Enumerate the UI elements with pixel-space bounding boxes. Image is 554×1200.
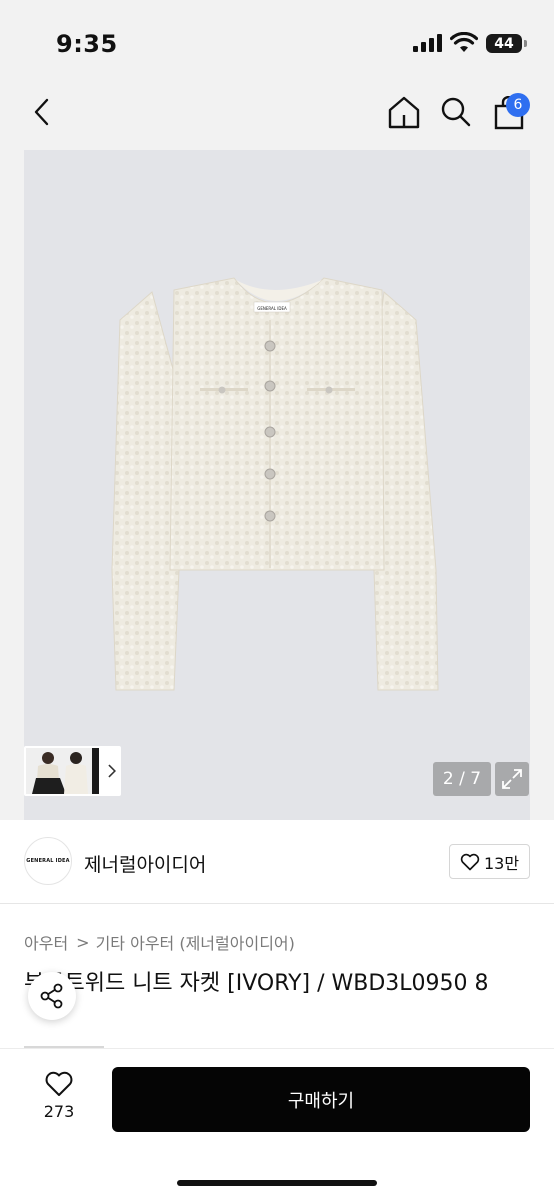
share-icon [40,983,63,1009]
heart-icon [45,1071,73,1096]
home-icon [388,96,420,129]
search-icon [441,97,471,127]
brand-name[interactable]: 제너럴아이디어 [84,850,206,877]
search-button[interactable] [436,92,476,132]
status-bar: 9:35 44 [0,0,554,70]
brand-like-button[interactable]: 13만 [449,844,530,879]
garment-label: GENERAL IDEA [257,306,287,311]
signal-icon [413,34,442,52]
share-button[interactable] [28,972,76,1020]
cardigan-illustration: GENERAL IDEA [111,277,439,691]
model-thumbnail-button[interactable] [24,746,121,796]
wishlist-count: 273 [43,1102,75,1121]
battery-level: 44 [494,35,514,52]
battery-tip [524,40,527,47]
chevron-left-icon [34,98,49,126]
back-button[interactable] [22,92,62,132]
heart-icon [460,853,480,870]
wifi-icon [450,32,478,52]
home-button[interactable] [384,92,424,132]
brand-logo: GENERAL IDEA [24,837,72,885]
expand-icon [502,769,522,789]
expand-button[interactable] [495,762,529,796]
brand-logo-text: GENERAL IDEA [26,858,70,864]
product-title: 부클트위드 니트 자켓 [IVORY] / WBD3L0950 8 [24,971,489,996]
status-time: 9:35 [56,30,118,58]
breadcrumb-subcategory[interactable]: 기타 아우터 (제너럴아이디어) [96,930,295,954]
model-thumbnail [26,748,100,794]
breadcrumb-category[interactable]: 아우터 [24,930,68,954]
battery-icon: 44 [486,34,522,53]
product-image[interactable]: GENERAL IDEA [24,150,530,820]
breadcrumb: 아우터 > 기타 아우터 (제너럴아이디어) [24,930,295,954]
chevron-right-icon [108,764,117,778]
cart-count-badge: 6 [506,93,530,117]
brand-like-count: 13만 [483,853,520,873]
home-indicator [177,1180,377,1186]
buy-button[interactable]: 구매하기 [112,1067,530,1132]
brand-row[interactable]: GENERAL IDEA 제너럴아이디어 13만 [0,820,554,904]
image-counter: 2 / 7 [433,762,491,796]
breadcrumb-separator: > [76,932,90,952]
wishlist-button[interactable]: 273 [32,1070,86,1130]
